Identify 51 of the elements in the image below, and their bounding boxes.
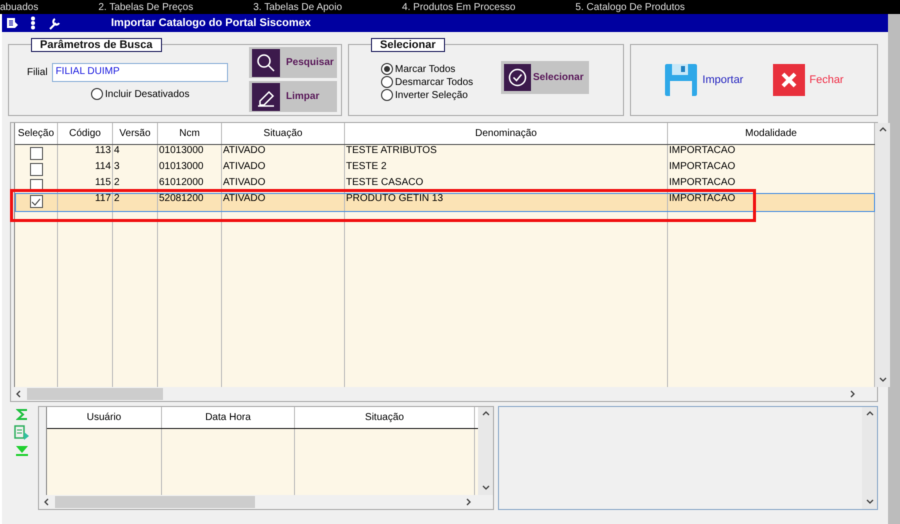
filial-field[interactable]: FILIAL DUIMP xyxy=(52,63,228,82)
column-header[interactable]: Situação xyxy=(222,123,345,144)
menu-tab[interactable]: abuados xyxy=(0,2,38,12)
radio-button[interactable] xyxy=(91,88,103,100)
menu-tab[interactable]: 2. Tabelas De Preços xyxy=(98,2,194,12)
table-row[interactable]: 117 2 52081200 ATIVADO PRODUTO GETIN 13 IMPORTACAO xyxy=(15,193,875,212)
menu-tab[interactable]: 5. Catalogo De Produtos xyxy=(575,2,685,12)
import-button[interactable]: Importar xyxy=(664,63,744,97)
vertical-scrollbar[interactable] xyxy=(478,407,493,495)
column-header[interactable]: Situação xyxy=(295,407,475,428)
eraser-icon xyxy=(252,82,280,110)
checkbox[interactable] xyxy=(30,195,42,208)
column-header[interactable]: Ncm xyxy=(158,123,222,144)
traffic-light-icon[interactable] xyxy=(28,16,38,30)
close-icon xyxy=(773,64,806,96)
wrench-icon[interactable] xyxy=(48,16,61,30)
radio-button[interactable] xyxy=(381,63,393,75)
select-button[interactable]: Selecionar xyxy=(501,61,589,94)
radio-button[interactable] xyxy=(381,89,393,101)
vertical-scrollbar[interactable] xyxy=(862,407,877,509)
column-header[interactable]: Denominação xyxy=(345,123,668,144)
list-icon[interactable] xyxy=(6,17,18,29)
radio-label: Desmarcar Todos xyxy=(395,76,474,88)
radio-label: Inverter Seleção xyxy=(395,90,468,100)
column-header[interactable]: Usuário xyxy=(47,407,162,428)
table-cell: ATIVADO xyxy=(222,193,345,212)
clear-button[interactable]: Limpar xyxy=(249,81,337,112)
table-cell: 52081200 xyxy=(158,193,222,212)
close-button[interactable]: Fechar xyxy=(773,64,844,96)
column-header[interactable]: Código xyxy=(58,123,113,144)
field-label: Filial xyxy=(27,67,48,78)
column-header[interactable]: Versão xyxy=(113,123,158,144)
search-button[interactable]: Pesquisar xyxy=(249,47,337,78)
panel-title: Parâmetros de Busca xyxy=(31,38,162,52)
table-cell: 117 xyxy=(58,193,113,212)
horizontal-scrollbar[interactable] xyxy=(11,387,877,401)
column-header[interactable]: Seleção xyxy=(15,123,58,144)
column-header[interactable]: Data Hora xyxy=(162,407,295,428)
radio-label: Marcar Todos xyxy=(395,64,456,74)
table-cell: PRODUTO GETIN 13 xyxy=(345,193,668,212)
checkbox[interactable] xyxy=(30,147,42,160)
checkbox[interactable] xyxy=(30,163,42,176)
radio-label: Incluir Desativados xyxy=(105,88,190,100)
window-title: Importar Catalogo do Portal Siscomex xyxy=(111,17,311,29)
panel-title: Selecionar xyxy=(371,38,445,52)
menu-tab[interactable]: 3. Tabelas De Apoio xyxy=(253,2,342,12)
search-icon xyxy=(252,48,280,76)
radio-button[interactable] xyxy=(381,76,393,88)
vertical-scrollbar[interactable] xyxy=(875,123,890,387)
table-cell: 2 xyxy=(113,193,158,212)
menu-tab[interactable]: 4. Produtos Em Processo xyxy=(402,2,516,12)
